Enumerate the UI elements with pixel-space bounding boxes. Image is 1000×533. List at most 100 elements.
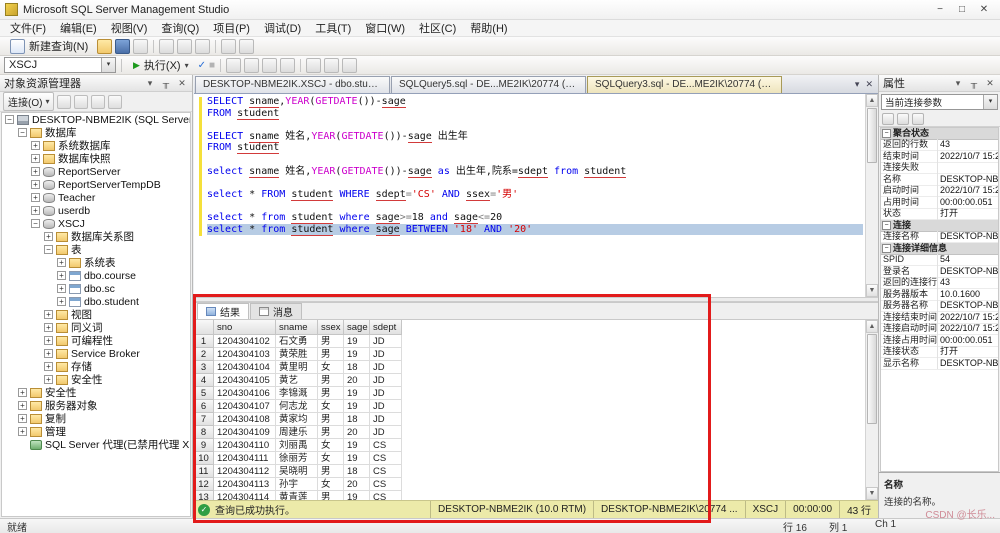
property-section[interactable]: −聚合状态 [881,128,998,140]
tree-item[interactable]: +管理 [2,425,190,438]
table-row[interactable]: 121204304113孙宇女20CS [194,478,865,491]
row-number[interactable]: 8 [194,426,214,439]
property-row[interactable]: 服务器版本10.0.1600 [881,289,998,301]
menu-item[interactable]: 查询(Q) [154,19,206,37]
categorized-view-icon[interactable] [882,113,894,125]
property-row[interactable]: 返回的连接行数43 [881,278,998,290]
expand-icon[interactable]: + [44,336,53,345]
toolbar-icon[interactable] [324,58,339,73]
window-menu-icon[interactable]: ▾ [144,78,156,89]
menu-item[interactable]: 工具(T) [308,19,358,37]
expand-icon[interactable]: + [31,180,40,189]
close-button[interactable]: ✕ [973,4,995,15]
menu-item[interactable]: 项目(P) [206,19,257,37]
property-row[interactable]: 连接结束时间2022/10/7 15:22:53 [881,312,998,324]
tab-messages[interactable]: 消息 [250,303,302,319]
tree-item[interactable]: +安全性 [2,386,190,399]
collapse-icon[interactable]: − [882,244,891,253]
table-row[interactable]: 21204304103黄荣胜男19JD [194,348,865,361]
row-number[interactable]: 5 [194,387,214,400]
disconnect-icon[interactable] [57,95,71,109]
menu-item[interactable]: 编辑(E) [53,19,104,37]
toolbar-icon[interactable] [262,58,277,73]
filter-icon[interactable] [108,95,122,109]
toolbar-icon[interactable] [195,39,210,54]
menu-item[interactable]: 帮助(H) [463,19,514,37]
maximize-button[interactable]: □ [951,4,973,15]
column-header[interactable]: sno [214,320,276,335]
menu-item[interactable]: 视图(V) [104,19,155,37]
close-document-icon[interactable]: ✕ [865,79,873,90]
tree-item[interactable]: +同义词 [2,321,190,334]
tree-item[interactable]: +系统数据库 [2,139,190,152]
property-row[interactable]: 名称DESKTOP-NBME2IK [881,174,998,186]
expand-icon[interactable]: + [18,388,27,397]
row-number[interactable]: 13 [194,491,214,500]
table-row[interactable]: 131204304114黄青莲男19CS [194,491,865,500]
collapse-icon[interactable]: − [882,221,891,230]
property-row[interactable]: 状态打开 [881,209,998,221]
toolbar-icon[interactable] [221,39,236,54]
menu-item[interactable]: 窗口(W) [358,19,412,37]
editor-line[interactable] [207,177,863,189]
property-row[interactable]: 显示名称DESKTOP-NBME2IK [881,358,998,370]
execute-button[interactable]: ▶ 执行(X) ▾ [127,55,195,75]
pin-icon[interactable]: ╥ [968,78,980,89]
tree-item[interactable]: −DESKTOP-NBME2IK (SQL Server 10.0.160... [2,113,190,126]
row-number[interactable]: 6 [194,400,214,413]
tree-item[interactable]: −数据库 [2,126,190,139]
tree-item[interactable]: +复制 [2,412,190,425]
table-row[interactable]: 51204304106李锦溉男19JD [194,387,865,400]
row-number[interactable]: 10 [194,452,214,465]
property-pages-icon[interactable] [912,113,924,125]
doc-tab[interactable]: SQLQuery3.sql - DE...ME2IK\20774 (54))* [587,76,782,93]
minimize-button[interactable]: − [929,4,951,15]
table-row[interactable]: 31204304104黄里明女18JD [194,361,865,374]
close-icon[interactable]: ✕ [176,78,188,89]
expand-icon[interactable]: + [57,271,66,280]
property-row[interactable]: 连接占用时间00:00:00.051 [881,335,998,347]
new-query-button[interactable]: 新建查询(N) [4,36,94,56]
expand-icon[interactable]: + [57,258,66,267]
property-row[interactable]: 连接状态打开 [881,347,998,359]
tree-item[interactable]: +数据库关系图 [2,230,190,243]
property-row[interactable]: 登录名DESKTOP-NBME2IK [881,266,998,278]
tree-item[interactable]: +Teacher [2,191,190,204]
tree-item[interactable]: +Service Broker [2,347,190,360]
tree-item[interactable]: +ReportServerTempDB [2,178,190,191]
editor-line[interactable] [207,200,863,212]
doc-tab[interactable]: SQLQuery5.sql - DE...ME2IK\20774 (52))* [391,76,586,93]
expand-icon[interactable]: + [57,297,66,306]
expand-icon[interactable]: + [31,193,40,202]
stop-icon[interactable] [74,95,88,109]
expand-icon[interactable]: + [44,323,53,332]
table-row[interactable]: 81204304109周建乐男20JD [194,426,865,439]
scrollbar-thumb[interactable] [867,108,877,163]
editor-line[interactable]: select * from student where sage BETWEEN… [207,224,863,236]
table-row[interactable]: 101204304111徐丽芳女19CS [194,452,865,465]
tree-item[interactable]: +dbo.course [2,269,190,282]
pin-icon[interactable]: ╥ [160,78,172,89]
tree-item[interactable]: +dbo.sc [2,282,190,295]
connect-button[interactable]: 连接(O) ▾ [3,92,54,111]
collapse-icon[interactable]: − [31,219,40,228]
doc-tab[interactable]: DESKTOP-NBME2IK.XSCJ - dbo.student [195,76,390,93]
editor-line[interactable]: select * FROM student WHERE sdept='CS' A… [207,189,863,201]
expand-icon[interactable]: + [44,232,53,241]
tab-list-dropdown-icon[interactable]: ▾ [855,79,860,90]
collapse-icon[interactable]: − [44,245,53,254]
tree-item[interactable]: +可编程性 [2,334,190,347]
tree-item[interactable]: +ReportServer [2,165,190,178]
expand-icon[interactable]: + [57,284,66,293]
column-header[interactable]: ssex [318,320,344,335]
scroll-down-icon[interactable]: ▼ [866,284,878,297]
property-section[interactable]: −连接 [881,220,998,232]
property-section[interactable]: −连接详细信息 [881,243,998,255]
menu-item[interactable]: 社区(C) [412,19,463,37]
expand-icon[interactable]: + [31,154,40,163]
expand-icon[interactable]: + [18,401,27,410]
collapse-icon[interactable]: − [882,129,891,138]
menu-item[interactable]: 调试(D) [257,19,308,37]
editor-line[interactable] [207,154,863,166]
table-row[interactable]: 61204304107何志龙女19JD [194,400,865,413]
